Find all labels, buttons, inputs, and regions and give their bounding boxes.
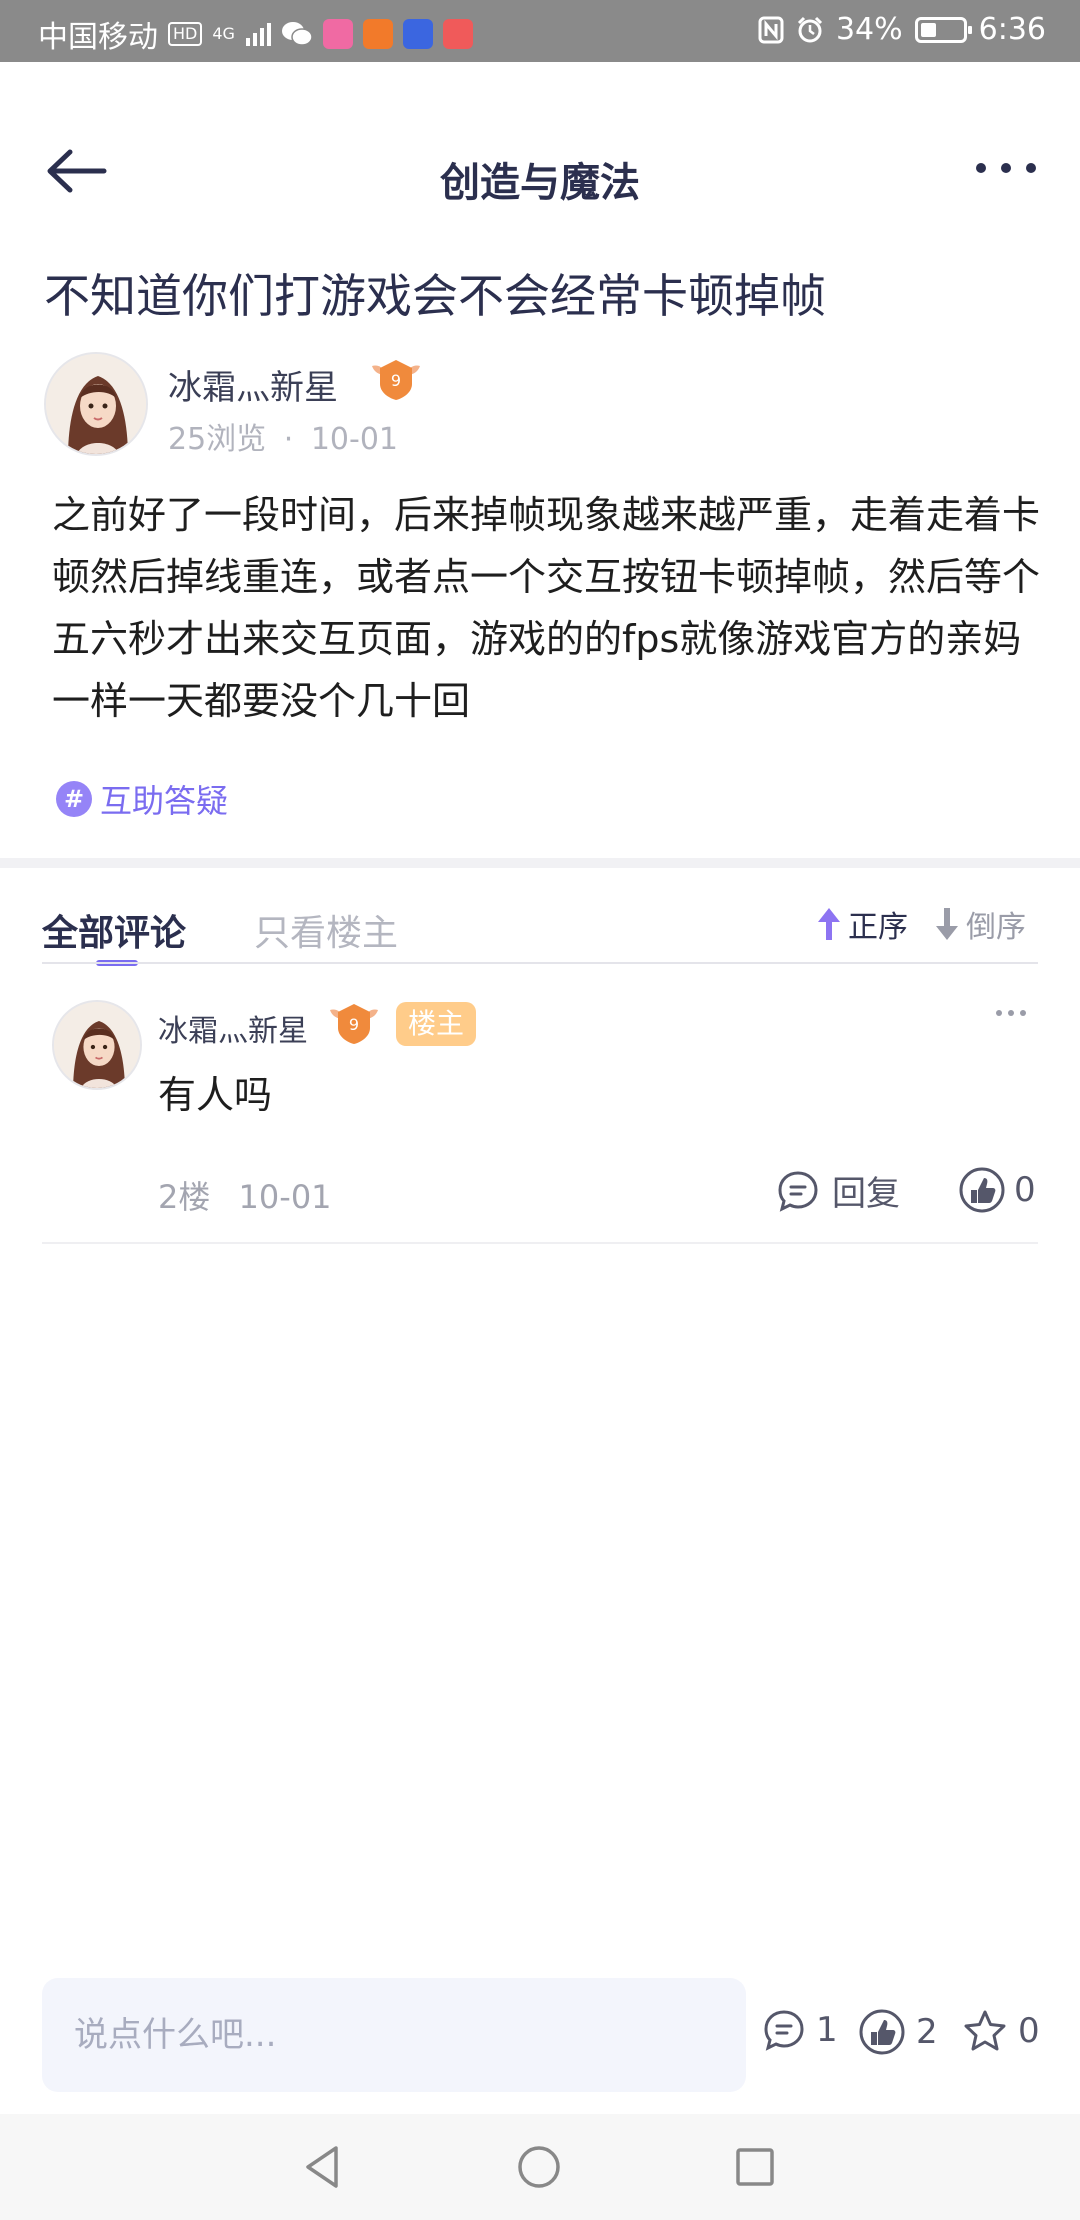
hash-icon: # bbox=[56, 781, 92, 817]
nfc-icon bbox=[758, 16, 784, 43]
sort-descending-button[interactable]: 倒序 bbox=[934, 902, 1026, 946]
bottom-action-bar: 1 2 0 bbox=[0, 1974, 1080, 2114]
more-dot bbox=[1020, 1010, 1026, 1016]
sort-ascending-label: 正序 bbox=[848, 910, 908, 945]
comment-meta: 2楼 10-01 bbox=[158, 1172, 332, 1218]
more-button[interactable] bbox=[976, 158, 1036, 178]
app-header: 创造与魔法 bbox=[0, 62, 1080, 288]
network-type: 4G bbox=[212, 24, 235, 43]
sort-ascending-button[interactable]: 正序 bbox=[816, 902, 908, 946]
section-divider bbox=[0, 858, 1080, 868]
battery-icon bbox=[914, 16, 972, 43]
comment-count: 1 bbox=[816, 2010, 838, 2050]
alarm-icon bbox=[797, 16, 822, 42]
reply-button[interactable]: 回复 bbox=[776, 1166, 900, 1215]
level-number: 9 bbox=[349, 1015, 359, 1034]
comment-author-name[interactable]: 冰霜灬新星 bbox=[158, 1006, 308, 1050]
more-dot bbox=[1026, 163, 1036, 173]
more-dot bbox=[996, 1010, 1002, 1016]
nav-recents-button[interactable] bbox=[730, 2142, 780, 2192]
more-dot bbox=[1008, 1010, 1014, 1016]
triangle-back-icon bbox=[306, 2146, 338, 2188]
post-title: 不知道你们打游戏会不会经常卡顿掉帧 bbox=[44, 269, 826, 323]
arrow-down-icon bbox=[936, 908, 958, 940]
like-count: 0 bbox=[1014, 1170, 1036, 1210]
post-author: 冰霜灬新星 9 25浏览 · 10-01 bbox=[44, 352, 1044, 462]
comment-count-button[interactable]: 1 bbox=[762, 2008, 838, 2052]
wechat-icon bbox=[281, 22, 313, 46]
battery-percent: 34% bbox=[835, 12, 903, 47]
avatar-image bbox=[46, 354, 146, 454]
comment-tabs: 全部评论 只看楼主 正序 倒序 bbox=[0, 868, 1080, 966]
level-badge: 9 bbox=[368, 354, 424, 404]
comment-date: 10-01 bbox=[238, 1178, 332, 1216]
taobao-icon bbox=[362, 19, 393, 49]
level-number: 9 bbox=[391, 371, 401, 390]
favorite-count: 0 bbox=[1018, 2011, 1040, 2051]
carrier-label: 中国移动 bbox=[38, 20, 158, 55]
square-recents-icon bbox=[736, 2148, 774, 2186]
bilibili-icon bbox=[322, 19, 353, 49]
hd-indicator: HD bbox=[168, 22, 203, 46]
circle-home-icon bbox=[518, 2146, 560, 2188]
level-wings-icon: 9 bbox=[372, 360, 420, 400]
like-count: 2 bbox=[916, 2012, 938, 2052]
page-title: 创造与魔法 bbox=[440, 160, 640, 206]
comment-input[interactable] bbox=[42, 1978, 746, 2092]
tieba-icon bbox=[402, 19, 433, 49]
comment-item: 冰霜灬新星 9 楼主 有人吗 2楼 10-01 回复 0 bbox=[42, 980, 1038, 1244]
like-button[interactable]: 0 bbox=[958, 1166, 1036, 1214]
level-badge: 9 bbox=[326, 998, 382, 1048]
author-name[interactable]: 冰霜灬新星 bbox=[168, 360, 338, 409]
floor-number: 2楼 bbox=[158, 1178, 211, 1216]
tabs-divider bbox=[42, 962, 1038, 964]
system-navigation-bar bbox=[0, 2114, 1080, 2220]
star-icon bbox=[964, 2010, 1006, 2051]
arrow-up-icon bbox=[818, 908, 840, 940]
like-post-button[interactable]: 2 bbox=[858, 2008, 938, 2056]
post-date: 10-01 bbox=[310, 422, 399, 457]
avatar-image bbox=[54, 1002, 140, 1088]
avatar[interactable] bbox=[52, 1000, 142, 1090]
comment-bubble-icon bbox=[778, 1170, 818, 1212]
avatar[interactable] bbox=[44, 352, 148, 456]
nav-back-button[interactable] bbox=[298, 2142, 348, 2192]
post-meta: 25浏览 · 10-01 bbox=[168, 414, 398, 458]
comment-bubble-icon bbox=[764, 2010, 804, 2051]
tab-op-only[interactable]: 只看楼主 bbox=[254, 904, 398, 956]
nav-home-button[interactable] bbox=[514, 2142, 564, 2192]
favorite-button[interactable]: 0 bbox=[962, 2008, 1040, 2054]
signal-icon bbox=[245, 23, 271, 46]
comment-text: 有人吗 bbox=[158, 1073, 273, 1117]
tab-all-comments[interactable]: 全部评论 bbox=[42, 904, 186, 956]
mail-icon bbox=[442, 19, 473, 49]
thumbs-up-icon bbox=[959, 1167, 1005, 1213]
status-bar: 中国移动 HD 4G 34% 6:36 bbox=[0, 0, 1080, 62]
clock: 6:36 bbox=[978, 12, 1046, 47]
topic-label: 互助答疑 bbox=[100, 782, 229, 820]
comment-more-button[interactable] bbox=[996, 1010, 1026, 1018]
more-dot bbox=[1001, 163, 1011, 173]
more-dot bbox=[976, 163, 986, 173]
level-wings-icon: 9 bbox=[330, 1004, 378, 1044]
topic-tag[interactable]: # 互助答疑 bbox=[56, 776, 228, 822]
op-badge: 楼主 bbox=[396, 1002, 477, 1046]
view-count: 25浏览 bbox=[168, 422, 267, 457]
thumbs-up-icon bbox=[859, 2009, 905, 2055]
sort-descending-label: 倒序 bbox=[966, 910, 1026, 945]
post-body: 之前好了一段时间，后来掉帧现象越来越严重，走着走着卡顿然后掉线重连，或者点一个交… bbox=[52, 493, 1041, 723]
meta-separator: · bbox=[283, 422, 294, 457]
reply-label: 回复 bbox=[832, 1174, 900, 1214]
